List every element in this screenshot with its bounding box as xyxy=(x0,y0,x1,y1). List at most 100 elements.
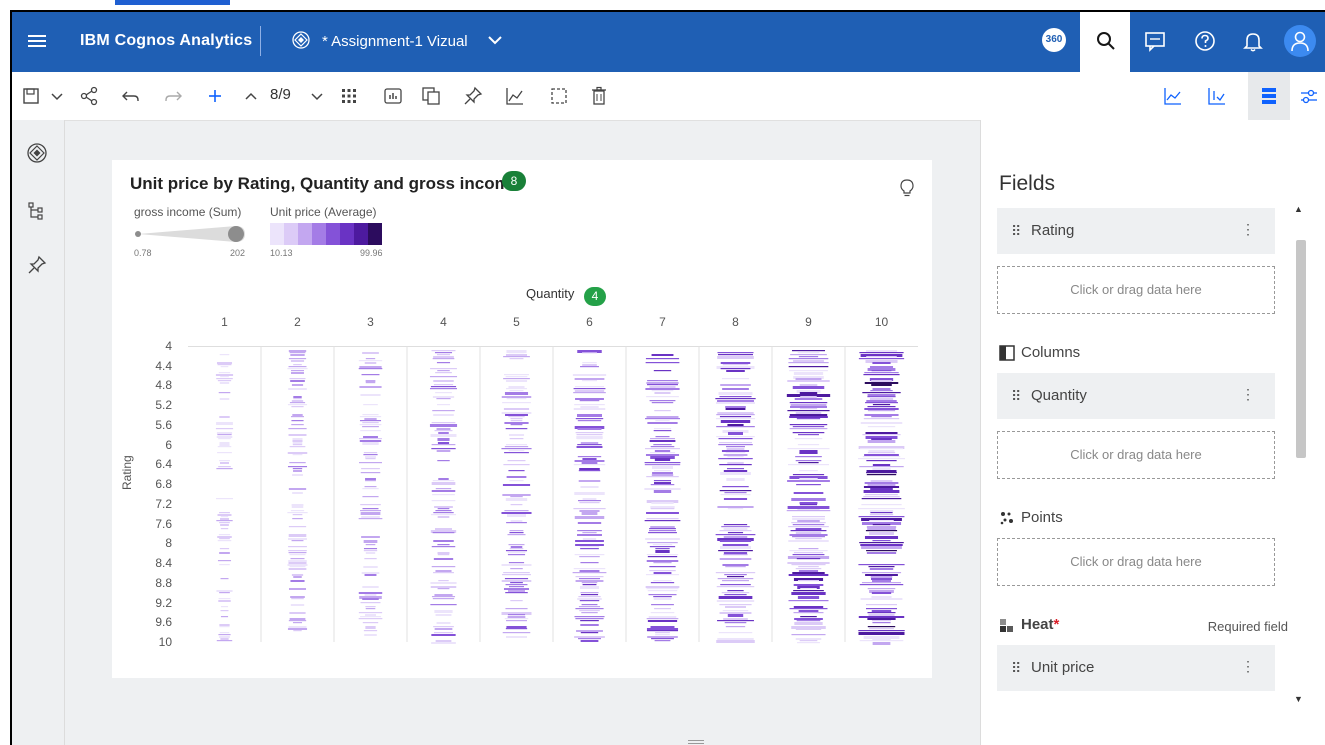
heatmap-mark[interactable] xyxy=(787,448,830,450)
heatmap-mark[interactable] xyxy=(288,350,307,352)
heatmap-mark[interactable] xyxy=(504,374,529,376)
heatmap-mark[interactable] xyxy=(508,470,525,472)
heatmap-mark[interactable] xyxy=(575,618,604,620)
heatmap-mark[interactable] xyxy=(216,378,233,380)
heatmap-mark[interactable] xyxy=(218,534,231,536)
heatmap-mark[interactable] xyxy=(431,482,456,485)
heatmap-mark[interactable] xyxy=(358,368,383,370)
heatmap-mark[interactable] xyxy=(580,366,599,368)
add-icon[interactable] xyxy=(204,85,226,107)
heatmap-mark[interactable] xyxy=(288,546,307,548)
heatmap-mark[interactable] xyxy=(505,498,528,501)
heatmap-mark[interactable] xyxy=(865,574,898,576)
heatmap-mark[interactable] xyxy=(646,396,679,398)
heatmap-mark[interactable] xyxy=(649,440,676,442)
heatmap-mark[interactable] xyxy=(722,610,749,612)
heatmap-mark[interactable] xyxy=(219,626,230,628)
heatmap-mark[interactable] xyxy=(720,420,751,423)
heatmap-mark[interactable] xyxy=(582,538,597,540)
save-icon[interactable] xyxy=(20,85,42,107)
heatmap-mark[interactable] xyxy=(504,446,529,448)
heatmap-mark[interactable] xyxy=(435,392,452,394)
heatmap-mark[interactable] xyxy=(798,548,819,550)
chart-widget-icon[interactable] xyxy=(382,85,404,107)
heatmap-mark[interactable] xyxy=(431,350,456,352)
heatmap-mark[interactable] xyxy=(868,614,895,616)
heatmap-mark[interactable] xyxy=(363,550,378,552)
heatmap-mark[interactable] xyxy=(649,566,676,568)
heatmap-mark[interactable] xyxy=(220,606,229,608)
heatmap-mark[interactable] xyxy=(647,636,678,638)
heatmap-mark[interactable] xyxy=(362,422,379,424)
heatmap-mark[interactable] xyxy=(651,638,674,640)
heatmap-mark[interactable] xyxy=(436,362,451,364)
heatmap-mark[interactable] xyxy=(789,608,828,610)
heatmap-mark[interactable] xyxy=(574,390,605,392)
heatmap-mark[interactable] xyxy=(718,392,753,395)
heatmap-mark[interactable] xyxy=(574,492,605,495)
scroll-down-arrow-icon[interactable]: ▼ xyxy=(1294,694,1303,704)
heatmap-mark[interactable] xyxy=(365,552,376,554)
heatmap-mark[interactable] xyxy=(645,586,680,588)
heatmap-mark[interactable] xyxy=(217,560,232,562)
heatmap-mark[interactable] xyxy=(727,432,744,435)
heatmap-mark[interactable] xyxy=(727,456,744,458)
heatmap-mark[interactable] xyxy=(292,514,303,516)
heatmap-mark[interactable] xyxy=(861,498,902,500)
heatmap-mark[interactable] xyxy=(433,572,454,574)
heatmap-mark[interactable] xyxy=(581,604,598,606)
heatmap-mark[interactable] xyxy=(858,458,905,460)
heatmap-mark[interactable] xyxy=(788,464,829,466)
heatmap-mark[interactable] xyxy=(288,488,307,490)
heatmap-mark[interactable] xyxy=(870,488,893,490)
grid-view-icon[interactable] xyxy=(338,85,360,107)
heatmap-mark[interactable] xyxy=(580,620,599,622)
heatmap-mark[interactable] xyxy=(863,490,900,493)
heatmap-mark[interactable] xyxy=(289,554,306,556)
heatmap-mark[interactable] xyxy=(866,552,897,554)
heatmap-mark[interactable] xyxy=(503,572,530,574)
heatmap-mark[interactable] xyxy=(790,530,827,532)
heatmap-mark[interactable] xyxy=(360,512,381,515)
heatmap-mark[interactable] xyxy=(219,624,230,626)
heatmap-mark[interactable] xyxy=(507,460,526,462)
heatmap-mark[interactable] xyxy=(647,380,678,382)
heatmap-mark[interactable] xyxy=(216,432,233,434)
heatmap-mark[interactable] xyxy=(872,404,891,406)
heatmap-mark[interactable] xyxy=(506,626,527,628)
heatmap-mark[interactable] xyxy=(216,640,233,642)
heatmap-mark[interactable] xyxy=(797,352,820,354)
heatmap-mark[interactable] xyxy=(505,550,528,552)
heatmap-mark[interactable] xyxy=(720,472,751,475)
heatmap-mark[interactable] xyxy=(503,378,530,380)
heatmap-mark[interactable] xyxy=(288,434,307,436)
heatmap-mark[interactable] xyxy=(435,488,452,490)
heatmap-mark[interactable] xyxy=(292,444,303,446)
heatmap-mark[interactable] xyxy=(871,380,892,382)
heatmap-mark[interactable] xyxy=(575,432,604,434)
heatmap-mark[interactable] xyxy=(869,514,894,516)
share-icon[interactable] xyxy=(78,85,100,107)
heatmap-mark[interactable] xyxy=(433,380,454,382)
heatmap-mark[interactable] xyxy=(869,568,894,570)
heatmap-mark[interactable] xyxy=(859,466,904,468)
heatmap-mark[interactable] xyxy=(650,484,675,486)
select-area-icon[interactable] xyxy=(548,85,570,107)
heatmap-mark[interactable] xyxy=(863,496,900,498)
heatmap-mark[interactable] xyxy=(509,390,524,392)
heatmap-mark[interactable] xyxy=(863,486,900,488)
heatmap-mark[interactable] xyxy=(289,462,306,464)
heatmap-mark[interactable] xyxy=(360,472,381,474)
heatmap-mark[interactable] xyxy=(504,452,529,454)
heatmap-mark[interactable] xyxy=(651,390,674,392)
heatmap-mark[interactable] xyxy=(717,356,754,359)
heatmap-mark[interactable] xyxy=(575,608,604,610)
heatmap-mark[interactable] xyxy=(291,504,304,506)
heatmap-mark[interactable] xyxy=(360,394,381,396)
heatmap-mark[interactable] xyxy=(788,526,829,528)
drag-handle-icon[interactable]: ⠿ xyxy=(1011,223,1021,240)
heatmap-mark[interactable] xyxy=(581,380,598,382)
heatmap-mark[interactable] xyxy=(359,510,382,512)
heatmap-mark[interactable] xyxy=(649,528,676,530)
heatmap-mark[interactable] xyxy=(220,366,229,368)
